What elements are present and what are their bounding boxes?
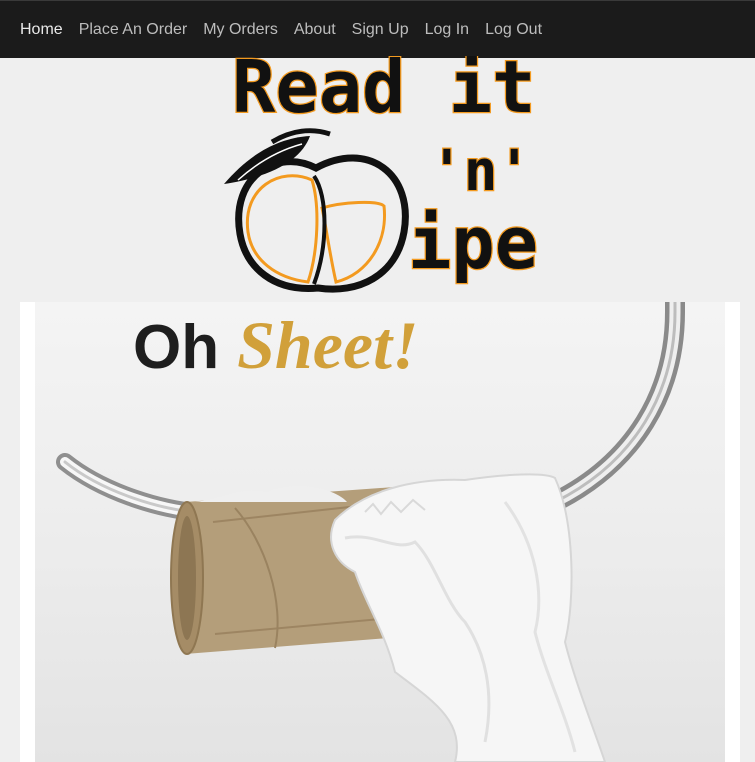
hero-title: Oh Sheet! <box>133 306 418 385</box>
hero-banner: Oh Sheet! <box>35 302 725 762</box>
logo-line-ipe: ipe <box>408 201 538 285</box>
nav-list: Home Place An Order My Orders About Sign… <box>20 21 558 39</box>
peach-icon <box>224 128 409 293</box>
nav-home[interactable]: Home <box>20 21 63 38</box>
nav-about[interactable]: About <box>294 21 336 38</box>
top-navbar: Home Place An Order My Orders About Sign… <box>0 0 755 58</box>
site-logo[interactable]: Read it 'n' ipe <box>218 56 548 300</box>
nav-log-out[interactable]: Log Out <box>485 21 542 38</box>
hero-title-sheet: Sheet! <box>237 307 419 383</box>
logo-line-read-it: Read it <box>232 56 535 129</box>
nav-log-in[interactable]: Log In <box>425 21 469 38</box>
hero-title-oh: Oh <box>133 313 220 382</box>
nav-sign-up[interactable]: Sign Up <box>352 21 409 38</box>
main-card: Oh Sheet! <box>20 302 740 762</box>
nav-place-order[interactable]: Place An Order <box>79 21 188 38</box>
logo-line-n: 'n' <box>430 139 531 204</box>
nav-my-orders[interactable]: My Orders <box>203 21 278 38</box>
